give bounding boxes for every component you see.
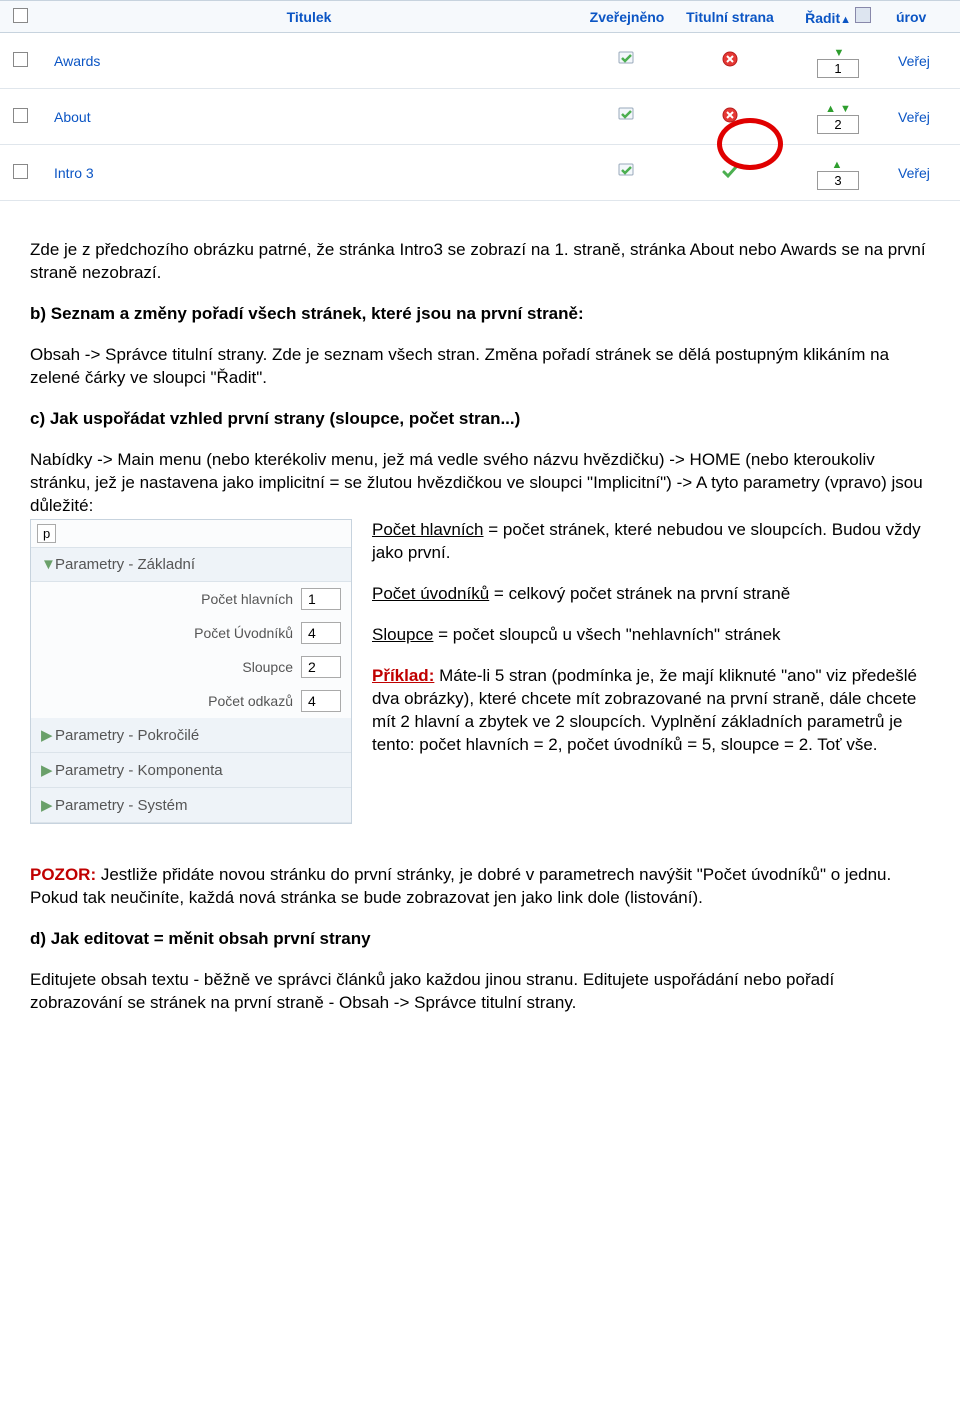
published-icon (618, 106, 636, 124)
paragraph: Příklad: Máte-li 5 stran (podmínka je, ž… (372, 665, 930, 757)
param-input[interactable]: 4 (301, 690, 341, 712)
order-input[interactable]: 1 (817, 59, 859, 78)
deny-icon (721, 50, 739, 68)
paragraph: Počet úvodníků = celkový počet stránek n… (372, 583, 930, 606)
chevron-right-icon: ▶ (41, 726, 55, 744)
frontpage-toggle[interactable] (676, 33, 784, 89)
paragraph: Nabídky -> Main menu (nebo kterékoliv me… (30, 449, 930, 518)
param-label: Počet hlavních (41, 591, 301, 607)
params-panel: p ▼Parametry - Základní Počet hlavních1 … (30, 519, 352, 824)
param-label: Počet Úvodníků (41, 625, 301, 641)
paragraph: Počet hlavních = počet stránek, které ne… (372, 519, 930, 565)
chevron-right-icon: ▶ (41, 761, 55, 779)
paragraph: POZOR: Jestliže přidáte novou stránku do… (30, 864, 930, 910)
col-checkbox[interactable] (0, 1, 40, 33)
save-order-icon[interactable] (855, 7, 871, 23)
articles-table: Titulek Zveřejněno Titulní strana Řadit▲… (0, 0, 960, 201)
tab-p[interactable]: p (37, 524, 56, 543)
param-row: Sloupce2 (31, 650, 351, 684)
order-input[interactable]: 3 (817, 171, 859, 190)
table-row: Intro 3 ▲ 3 Veřej (0, 145, 960, 201)
param-input[interactable]: 2 (301, 656, 341, 678)
frontpage-toggle[interactable] (676, 89, 784, 145)
paragraph: Sloupce = počet sloupců u všech "nehlavn… (372, 624, 930, 647)
param-input[interactable]: 4 (301, 622, 341, 644)
frontpage-toggle[interactable] (676, 145, 784, 201)
chevron-right-icon: ▶ (41, 796, 55, 814)
param-row: Počet hlavních1 (31, 582, 351, 616)
col-title[interactable]: Titulek (40, 1, 578, 33)
paragraph: Obsah -> Správce titulní strany. Zde je … (30, 344, 930, 390)
article-link[interactable]: About (54, 109, 91, 125)
row-checkbox[interactable] (13, 52, 28, 67)
published-toggle[interactable] (578, 145, 676, 201)
chevron-down-icon: ▼ (41, 556, 55, 573)
level-link[interactable]: Veřej (892, 145, 960, 201)
params-system-header[interactable]: ▶Parametry - Systém (31, 788, 351, 823)
param-label: Počet odkazů (41, 693, 301, 709)
arrow-down-icon[interactable]: ▼ (834, 47, 845, 59)
article-link[interactable]: Awards (54, 53, 100, 69)
paragraph: Zde je z předchozího obrázku patrné, že … (30, 239, 930, 285)
row-checkbox[interactable] (13, 164, 28, 179)
published-toggle[interactable] (578, 89, 676, 145)
arrow-down-icon[interactable]: ▼ (840, 103, 851, 115)
table-row: Awards ▼ 1 Veřej (0, 33, 960, 89)
col-published[interactable]: Zveřejněno (578, 1, 676, 33)
level-link[interactable]: Veřej (892, 33, 960, 89)
order-cell[interactable]: ▲ ▼ 2 (784, 89, 892, 145)
published-toggle[interactable] (578, 33, 676, 89)
order-cell[interactable]: ▲ 3 (784, 145, 892, 201)
params-component-header[interactable]: ▶Parametry - Komponenta (31, 753, 351, 788)
param-label: Sloupce (41, 659, 301, 675)
col-front[interactable]: Titulní strana (676, 1, 784, 33)
param-row: Počet Úvodníků4 (31, 616, 351, 650)
order-input[interactable]: 2 (817, 115, 859, 134)
paragraph: Editujete obsah textu - běžně ve správci… (30, 969, 930, 1015)
params-advanced-header[interactable]: ▶Parametry - Pokročilé (31, 718, 351, 753)
heading-d: d) Jak editovat = měnit obsah první stra… (30, 928, 930, 951)
checkbox-all-icon[interactable] (13, 8, 28, 23)
row-checkbox[interactable] (13, 108, 28, 123)
deny-icon (721, 106, 739, 124)
level-link[interactable]: Veřej (892, 89, 960, 145)
param-input[interactable]: 1 (301, 588, 341, 610)
published-icon (618, 162, 636, 180)
heading-c: c) Jak uspořádat vzhled první strany (sl… (30, 408, 930, 431)
order-cell[interactable]: ▼ 1 (784, 33, 892, 89)
arrow-up-icon[interactable]: ▲ (825, 103, 836, 115)
heading-b: b) Seznam a změny pořadí všech stránek, … (30, 303, 930, 326)
check-icon (721, 162, 739, 180)
published-icon (618, 50, 636, 68)
table-row: About ▲ ▼ 2 Veřej (0, 89, 960, 145)
col-order[interactable]: Řadit▲ (784, 1, 892, 33)
param-row: Počet odkazů4 (31, 684, 351, 718)
col-level[interactable]: úrov (892, 1, 960, 33)
params-basic-header[interactable]: ▼Parametry - Základní (31, 548, 351, 582)
article-link[interactable]: Intro 3 (54, 165, 94, 181)
arrow-up-icon[interactable]: ▲ (832, 159, 843, 171)
